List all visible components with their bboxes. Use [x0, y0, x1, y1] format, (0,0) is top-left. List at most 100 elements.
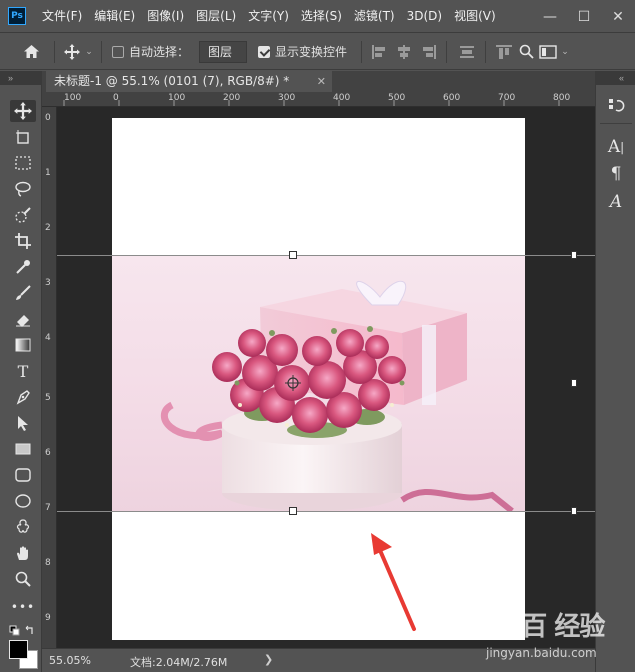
hand-tool-icon[interactable] — [10, 542, 36, 564]
eyedropper-tool-icon[interactable] — [10, 256, 36, 278]
transform-handle-bottom[interactable] — [289, 507, 297, 515]
align-center-icon[interactable] — [394, 43, 414, 61]
menu-type[interactable]: 文字(Y) — [242, 0, 295, 33]
document-tab-bar: 未标题-1 @ 55.1% (0101 (7), RGB/8#) * ✕ — [42, 71, 595, 92]
reference-point-icon[interactable] — [285, 375, 301, 391]
ellipse-tool-icon[interactable] — [10, 490, 36, 512]
canvas-workspace[interactable] — [57, 107, 595, 648]
align-right-icon[interactable] — [418, 43, 438, 61]
pen-tool-icon[interactable] — [10, 386, 36, 408]
marquee-tool-icon[interactable] — [10, 152, 36, 174]
auto-select-target-value: 图层 — [208, 45, 233, 59]
ruler-label: 9 — [45, 613, 51, 623]
ruler-label: 5 — [45, 393, 51, 403]
home-icon[interactable] — [14, 44, 48, 59]
crop-tool-icon[interactable] — [10, 230, 36, 252]
brush-tool-icon[interactable] — [10, 282, 36, 304]
status-menu-arrow-icon[interactable]: ❯ — [264, 653, 273, 666]
type-tool-icon[interactable]: T — [10, 360, 36, 382]
search-icon[interactable] — [516, 44, 536, 59]
menu-filter[interactable]: 滤镜(T) — [348, 0, 401, 33]
window-controls: — ☐ ✕ — [533, 0, 635, 33]
transform-top-edge[interactable] — [57, 255, 595, 256]
menu-bar: Ps 文件(F) 编辑(E) 图像(I) 图层(L) 文字(Y) 选择(S) 滤… — [0, 0, 635, 33]
ruler-label: 2 — [45, 223, 51, 233]
auto-select-checkbox[interactable] — [112, 45, 124, 58]
transform-handle-top[interactable] — [289, 251, 297, 259]
gradient-tool-icon[interactable] — [10, 334, 36, 356]
chevron-down-icon[interactable]: ⌄ — [83, 47, 95, 57]
ruler-label: 800 — [553, 93, 571, 103]
path-select-tool-icon[interactable] — [10, 412, 36, 434]
transform-handle-right-bottom[interactable] — [571, 507, 577, 515]
show-transform-label: 显示变换控件 — [275, 45, 348, 59]
options-separator — [54, 40, 55, 63]
rounded-rect-tool-icon[interactable] — [10, 464, 36, 486]
transform-bottom-edge[interactable] — [57, 511, 595, 512]
tools-panel: T ••• — [0, 85, 42, 672]
auto-select-label: 自动选择： — [129, 45, 190, 59]
flower-photo-layer[interactable] — [112, 255, 525, 512]
align-left-icon[interactable] — [370, 43, 390, 61]
foreground-color-swatch[interactable] — [9, 640, 28, 659]
distribute-icon[interactable] — [457, 43, 477, 61]
custom-shape-tool-icon[interactable] — [10, 516, 36, 538]
glyphs-icon[interactable]: A — [604, 191, 628, 213]
menu-3d[interactable]: 3D(D) — [401, 0, 448, 33]
zoom-tool-icon[interactable] — [10, 568, 36, 590]
menu-edit[interactable]: 编辑(E) — [88, 0, 141, 33]
panel-divider — [600, 123, 632, 124]
auto-select-target-dropdown[interactable]: 图层 — [199, 40, 248, 63]
options-separator — [485, 40, 487, 63]
zoom-level[interactable]: 55.05% — [49, 654, 91, 667]
menu-layer[interactable]: 图层(L) — [190, 0, 242, 33]
right-panel-dock: A | ¶ A — [595, 85, 635, 672]
show-transform-checkbox[interactable] — [258, 45, 271, 58]
history-icon[interactable] — [604, 95, 628, 117]
ruler-label: 0 — [113, 93, 119, 103]
quick-select-tool-icon[interactable] — [10, 204, 36, 226]
move-tool-icon[interactable] — [61, 43, 83, 60]
options-separator — [446, 40, 448, 63]
ruler-label: 0 — [45, 113, 51, 123]
transform-handle-right-top[interactable] — [571, 251, 577, 259]
panel-collapse-strip[interactable]: « — [595, 71, 635, 85]
lasso-tool-icon[interactable] — [10, 178, 36, 200]
annotation-arrow-icon — [371, 533, 416, 631]
chevron-down-icon[interactable]: ⌄ — [560, 47, 570, 57]
ruler-label: 100 — [168, 93, 186, 103]
ruler-label: 100 — [64, 93, 82, 103]
document-tab[interactable]: 未标题-1 @ 55.1% (0101 (7), RGB/8#) * ✕ — [46, 71, 332, 92]
toolbar-collapse-strip[interactable]: » — [0, 71, 42, 85]
paragraph-icon[interactable]: ¶ — [604, 163, 628, 185]
menu-select[interactable]: 选择(S) — [295, 0, 348, 33]
watermark-brand: Bai百 经验 — [478, 612, 605, 642]
ruler-label: 3 — [45, 278, 51, 288]
ruler-label: 7 — [45, 503, 51, 513]
artboard-tool-icon[interactable] — [10, 126, 36, 148]
document-tab-title: 未标题-1 @ 55.1% (0101 (7), RGB/8#) * — [54, 74, 290, 88]
ruler-label: 600 — [443, 93, 461, 103]
transform-handle-right-mid[interactable] — [571, 379, 577, 387]
ruler-label: 8 — [45, 558, 51, 568]
eraser-tool-icon[interactable] — [10, 308, 36, 330]
more-tools-icon[interactable]: ••• — [10, 596, 36, 618]
menu-file[interactable]: 文件(F) — [36, 0, 88, 33]
horizontal-ruler: 100 0 100 200 300 400 500 600 700 800 — [42, 92, 595, 107]
menu-view[interactable]: 视图(V) — [448, 0, 502, 33]
menu-image[interactable]: 图像(I) — [141, 0, 190, 33]
close-icon[interactable]: ✕ — [317, 71, 326, 92]
vertical-ruler: 0 1 2 3 4 5 6 7 8 9 — [42, 107, 57, 648]
character-icon[interactable]: A | — [604, 136, 628, 158]
align-top-icon[interactable] — [494, 43, 514, 61]
close-button[interactable]: ✕ — [601, 9, 635, 25]
ruler-label: 700 — [498, 93, 516, 103]
move-tool-icon[interactable] — [10, 100, 36, 122]
rectangle-tool-icon[interactable] — [10, 438, 36, 460]
workspace-icon[interactable] — [536, 44, 560, 59]
maximize-button[interactable]: ☐ — [567, 9, 601, 25]
watermark-url: jingyan.baidu.com — [486, 646, 597, 660]
default-colors-icon[interactable] — [9, 625, 35, 637]
ruler-label: 4 — [45, 333, 51, 343]
minimize-button[interactable]: — — [533, 9, 567, 25]
